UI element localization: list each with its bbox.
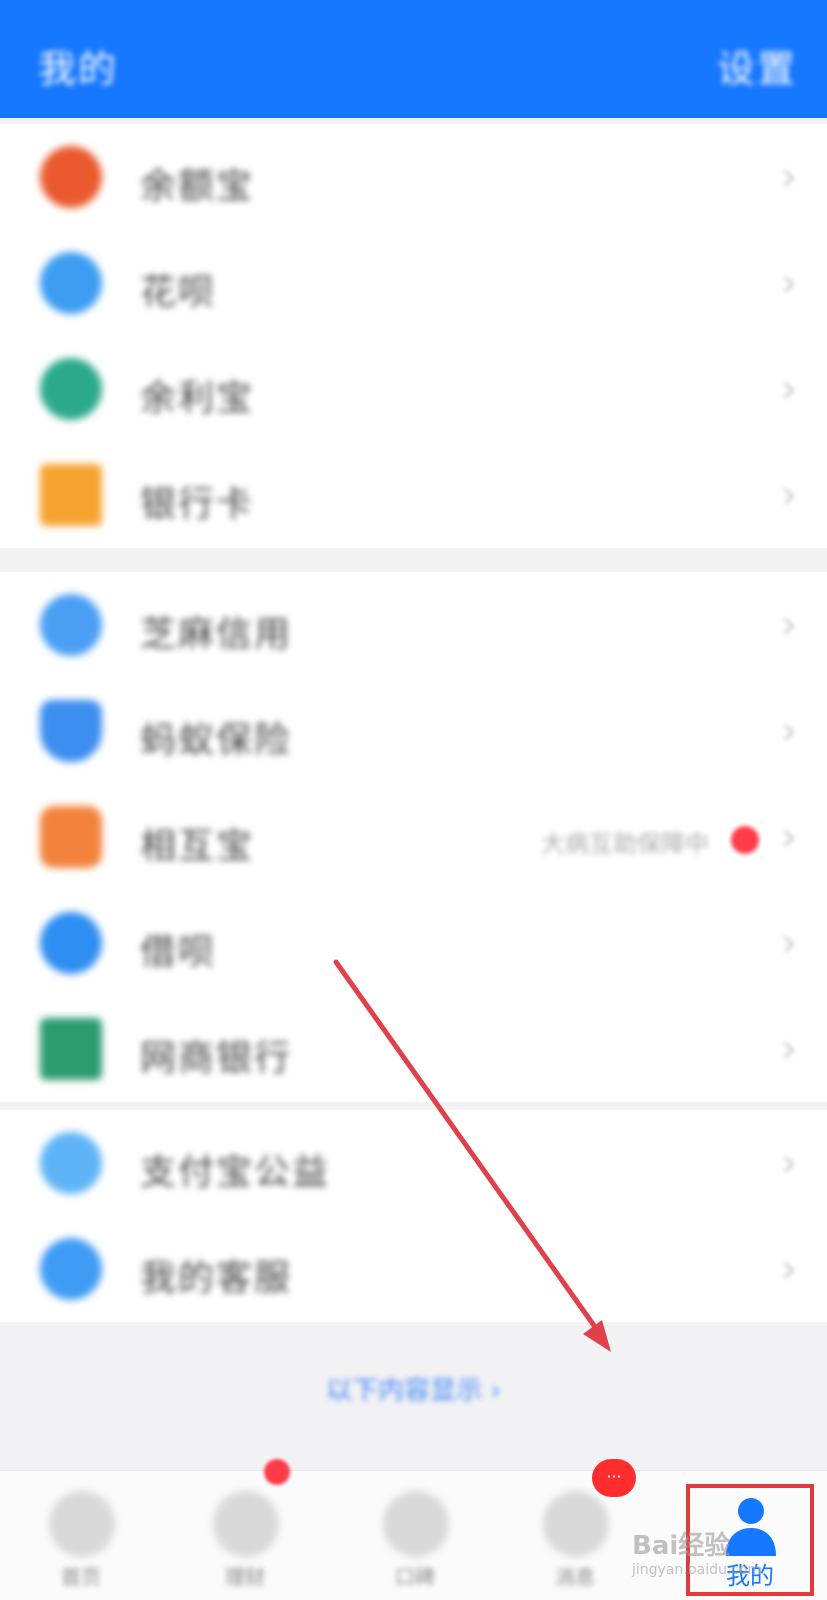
- annotation-arrow: [333, 959, 611, 1352]
